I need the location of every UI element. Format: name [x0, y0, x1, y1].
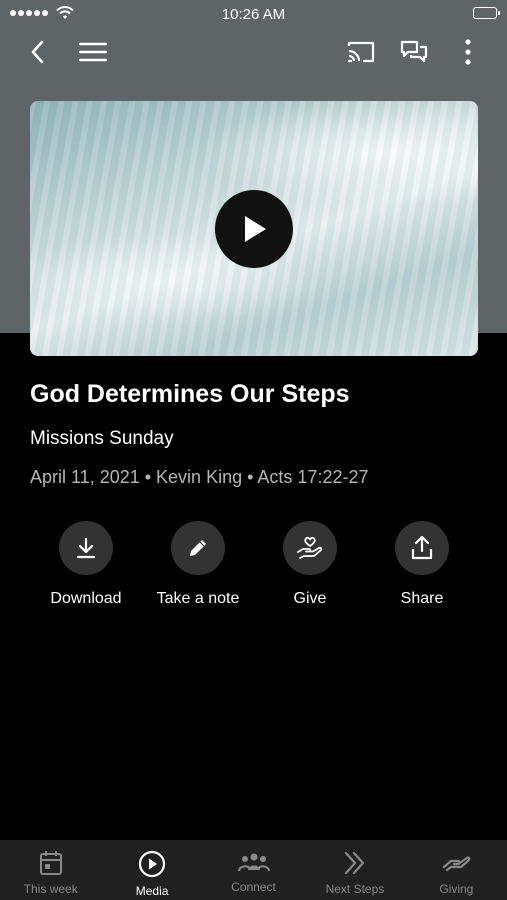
- tab-this-week-label: This week: [23, 882, 78, 896]
- battery-icon: [473, 7, 500, 19]
- tab-media[interactable]: Media: [101, 840, 202, 900]
- more-button[interactable]: [450, 34, 486, 70]
- give-circle: [283, 521, 337, 575]
- download-label: Download: [50, 590, 122, 607]
- giving-hand-icon: [443, 856, 471, 872]
- double-chevron-right-icon: [344, 851, 365, 875]
- give-label: Give: [293, 590, 327, 607]
- download-circle: [59, 521, 113, 575]
- sermon-meta: April 11, 2021 • Kevin King • Acts 17:22…: [30, 467, 369, 487]
- take-note-label: Take a note: [156, 590, 240, 607]
- chat-icon: [400, 40, 428, 63]
- tab-bar: This week Media Connect Next Steps Givin…: [0, 840, 507, 900]
- download-icon: [76, 537, 96, 559]
- share-button[interactable]: Share: [366, 521, 478, 608]
- tab-this-week[interactable]: This week: [0, 840, 101, 900]
- video-thumbnail[interactable]: [30, 101, 478, 356]
- status-bar: 10:26 AM: [0, 0, 507, 28]
- more-vertical-icon: [465, 39, 471, 65]
- cast-icon: [347, 41, 375, 63]
- chat-button[interactable]: [396, 34, 432, 70]
- status-time: 10:26 AM: [221, 6, 286, 23]
- play-button[interactable]: [215, 190, 293, 268]
- play-icon: [245, 216, 266, 242]
- tab-connect[interactable]: Connect: [203, 840, 304, 900]
- chevron-left-icon: [31, 40, 44, 64]
- give-button[interactable]: Give: [254, 521, 366, 608]
- back-button[interactable]: [20, 34, 56, 70]
- menu-button[interactable]: [75, 34, 111, 70]
- share-circle: [395, 521, 449, 575]
- pencil-icon: [190, 540, 206, 556]
- take-note-circle: [171, 521, 225, 575]
- tab-next-steps-label: Next Steps: [325, 882, 385, 896]
- tab-connect-label: Connect: [231, 880, 276, 894]
- action-row: Download Take a note Give Share: [30, 521, 478, 608]
- hamburger-icon: [79, 42, 107, 62]
- calendar-icon: [39, 851, 62, 875]
- share-label: Share: [400, 590, 444, 607]
- tab-next-steps[interactable]: Next Steps: [304, 840, 405, 900]
- tab-giving[interactable]: Giving: [406, 840, 507, 900]
- tab-media-label: Media: [135, 884, 169, 898]
- share-icon: [411, 535, 433, 560]
- download-button[interactable]: Download: [30, 521, 142, 608]
- give-heart-hand-icon: [297, 536, 323, 559]
- people-icon: [237, 853, 270, 872]
- cast-button[interactable]: [343, 34, 379, 70]
- tab-giving-label: Giving: [439, 882, 474, 896]
- sermon-title: God Determines Our Steps: [30, 380, 350, 408]
- play-circle-icon: [139, 850, 166, 878]
- sermon-series: Missions Sunday: [30, 428, 174, 449]
- take-note-button[interactable]: Take a note: [142, 521, 254, 608]
